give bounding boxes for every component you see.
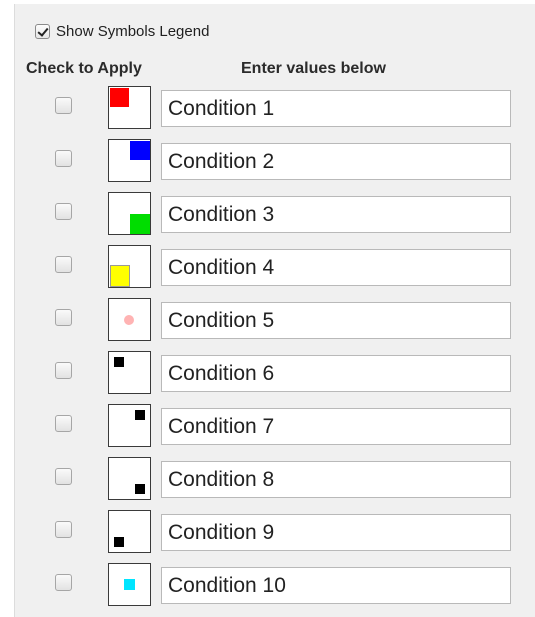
condition-row: Condition 7 bbox=[15, 404, 535, 447]
apply-checkbox[interactable] bbox=[55, 415, 72, 432]
condition-value-input[interactable]: Condition 3 bbox=[161, 196, 511, 233]
header-check-to-apply: Check to Apply bbox=[26, 60, 142, 77]
condition-row: Condition 3 bbox=[15, 192, 535, 235]
symbol-swatch bbox=[108, 563, 151, 606]
red-square-mark bbox=[110, 88, 129, 107]
apply-checkbox[interactable] bbox=[55, 97, 72, 114]
condition-value-input[interactable]: Condition 2 bbox=[161, 143, 511, 180]
condition-row: Condition 10 bbox=[15, 563, 535, 606]
apply-checkbox[interactable] bbox=[55, 203, 72, 220]
condition-value-input[interactable]: Condition 7 bbox=[161, 408, 511, 445]
pink-dot-mark bbox=[124, 315, 134, 325]
apply-checkbox[interactable] bbox=[55, 574, 72, 591]
apply-checkbox[interactable] bbox=[55, 309, 72, 326]
yellow-square-mark bbox=[110, 265, 130, 287]
condition-value-input[interactable]: Condition 1 bbox=[161, 90, 511, 127]
symbol-swatch bbox=[108, 298, 151, 341]
condition-row: Condition 5 bbox=[15, 298, 535, 341]
condition-row: Condition 9 bbox=[15, 510, 535, 553]
condition-row: Condition 6 bbox=[15, 351, 535, 394]
black-square-mark bbox=[135, 410, 145, 420]
condition-value-input[interactable]: Condition 10 bbox=[161, 567, 511, 604]
symbol-swatch bbox=[108, 139, 151, 182]
condition-row: Condition 8 bbox=[15, 457, 535, 500]
apply-checkbox[interactable] bbox=[55, 468, 72, 485]
condition-value-input[interactable]: Condition 9 bbox=[161, 514, 511, 551]
green-square-mark bbox=[130, 214, 150, 234]
apply-checkbox[interactable] bbox=[55, 150, 72, 167]
symbol-swatch bbox=[108, 510, 151, 553]
header-enter-values: Enter values below bbox=[241, 60, 386, 77]
symbol-swatch bbox=[108, 245, 151, 288]
symbol-swatch bbox=[108, 192, 151, 235]
black-square-mark bbox=[114, 537, 124, 547]
conditions-panel: Show Symbols Legend Check to Apply Enter… bbox=[14, 4, 535, 617]
apply-checkbox[interactable] bbox=[55, 521, 72, 538]
symbol-swatch bbox=[108, 404, 151, 447]
show-symbols-legend[interactable]: Show Symbols Legend bbox=[35, 23, 209, 40]
show-legend-checkbox[interactable] bbox=[35, 24, 50, 39]
condition-value-input[interactable]: Condition 5 bbox=[161, 302, 511, 339]
symbol-swatch bbox=[108, 86, 151, 129]
apply-checkbox[interactable] bbox=[55, 256, 72, 273]
blue-square-mark bbox=[130, 141, 150, 160]
condition-value-input[interactable]: Condition 6 bbox=[161, 355, 511, 392]
symbol-swatch bbox=[108, 351, 151, 394]
condition-row: Condition 2 bbox=[15, 139, 535, 182]
black-square-mark bbox=[135, 484, 145, 494]
condition-value-input[interactable]: Condition 8 bbox=[161, 461, 511, 498]
black-square-mark bbox=[114, 357, 124, 367]
apply-checkbox[interactable] bbox=[55, 362, 72, 379]
condition-row: Condition 1 bbox=[15, 86, 535, 129]
condition-row: Condition 4 bbox=[15, 245, 535, 288]
symbol-swatch bbox=[108, 457, 151, 500]
cyan-square-mark bbox=[124, 579, 135, 590]
condition-value-input[interactable]: Condition 4 bbox=[161, 249, 511, 286]
show-legend-label: Show Symbols Legend bbox=[56, 23, 210, 40]
